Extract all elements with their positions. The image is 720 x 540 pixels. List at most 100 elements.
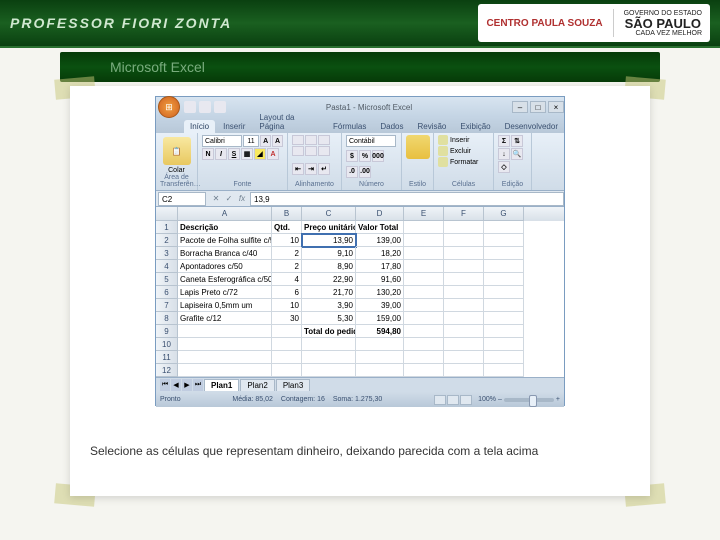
cell[interactable]: 13,90 bbox=[302, 234, 356, 247]
cell[interactable]: 4 bbox=[272, 273, 302, 286]
cell[interactable] bbox=[302, 351, 356, 364]
align-mid-right[interactable] bbox=[318, 146, 330, 156]
col-header-E[interactable]: E bbox=[404, 207, 444, 221]
cell[interactable] bbox=[404, 364, 444, 377]
sheet-tab-plan1[interactable]: Plan1 bbox=[204, 379, 239, 391]
maximize-button[interactable]: □ bbox=[530, 101, 546, 113]
cell[interactable] bbox=[404, 260, 444, 273]
cell[interactable] bbox=[404, 286, 444, 299]
cell-styles-button[interactable] bbox=[406, 135, 430, 159]
cell[interactable] bbox=[484, 221, 524, 234]
col-header-F[interactable]: F bbox=[444, 207, 484, 221]
align-top-center[interactable] bbox=[305, 135, 317, 145]
cell[interactable]: 17,80 bbox=[356, 260, 404, 273]
paste-icon[interactable]: 📋 bbox=[163, 137, 191, 165]
col-header-C[interactable]: C bbox=[302, 207, 356, 221]
cell[interactable]: 6 bbox=[272, 286, 302, 299]
italic-button[interactable]: I bbox=[215, 148, 227, 160]
row-header[interactable]: 2 bbox=[156, 234, 178, 247]
cell[interactable] bbox=[484, 312, 524, 325]
tab-exibicao[interactable]: Exibição bbox=[454, 120, 496, 133]
fx-button[interactable]: fx bbox=[236, 193, 248, 205]
tab-dados[interactable]: Dados bbox=[374, 120, 409, 133]
row-header[interactable]: 1 bbox=[156, 221, 178, 234]
cell[interactable] bbox=[484, 351, 524, 364]
select-all-corner[interactable] bbox=[156, 207, 178, 221]
currency-button[interactable]: $ bbox=[346, 150, 358, 162]
cell[interactable]: 139,00 bbox=[356, 234, 404, 247]
cell[interactable] bbox=[444, 325, 484, 338]
cell[interactable] bbox=[444, 273, 484, 286]
cell[interactable] bbox=[404, 338, 444, 351]
qat-undo-icon[interactable] bbox=[199, 101, 211, 113]
shrink-font-button[interactable]: A bbox=[272, 135, 283, 147]
cell[interactable] bbox=[484, 234, 524, 247]
qat-save-icon[interactable] bbox=[184, 101, 196, 113]
row-header[interactable]: 6 bbox=[156, 286, 178, 299]
row-header[interactable]: 7 bbox=[156, 299, 178, 312]
cell[interactable] bbox=[404, 273, 444, 286]
cell[interactable] bbox=[484, 299, 524, 312]
cell[interactable] bbox=[444, 338, 484, 351]
cell[interactable]: 3,90 bbox=[302, 299, 356, 312]
cell[interactable]: 10 bbox=[272, 299, 302, 312]
cell[interactable]: 9,10 bbox=[302, 247, 356, 260]
cell[interactable]: 594,80 bbox=[356, 325, 404, 338]
grow-font-button[interactable]: A bbox=[260, 135, 271, 147]
cell[interactable]: 30 bbox=[272, 312, 302, 325]
cell[interactable]: Preço unitário bbox=[302, 221, 356, 234]
cell[interactable]: Caneta Esferográfica c/50 bbox=[178, 273, 272, 286]
bold-button[interactable]: N bbox=[202, 148, 214, 160]
delete-cells-button[interactable]: Excluir bbox=[438, 146, 489, 156]
cell[interactable] bbox=[404, 247, 444, 260]
row-header[interactable]: 5 bbox=[156, 273, 178, 286]
cell[interactable]: 159,00 bbox=[356, 312, 404, 325]
cell[interactable] bbox=[484, 325, 524, 338]
increase-decimal-button[interactable]: .0 bbox=[346, 166, 358, 178]
cell[interactable]: 22,90 bbox=[302, 273, 356, 286]
cell[interactable] bbox=[484, 338, 524, 351]
col-header-A[interactable]: A bbox=[178, 207, 272, 221]
cell[interactable] bbox=[444, 351, 484, 364]
tab-inserir[interactable]: Inserir bbox=[217, 120, 251, 133]
sheet-nav-first[interactable]: ⏮ bbox=[160, 379, 170, 391]
cell[interactable] bbox=[404, 299, 444, 312]
cell[interactable]: 21,70 bbox=[302, 286, 356, 299]
format-cells-button[interactable]: Formatar bbox=[438, 157, 489, 167]
cell[interactable]: Total do pedido bbox=[302, 325, 356, 338]
align-mid-center[interactable] bbox=[305, 146, 317, 156]
col-header-G[interactable]: G bbox=[484, 207, 524, 221]
cell[interactable] bbox=[484, 286, 524, 299]
cell[interactable]: 18,20 bbox=[356, 247, 404, 260]
font-name-dropdown[interactable]: Calibri bbox=[202, 135, 242, 147]
cell[interactable]: Lapiseira 0,5mm um bbox=[178, 299, 272, 312]
row-header[interactable]: 11 bbox=[156, 351, 178, 364]
col-header-D[interactable]: D bbox=[356, 207, 404, 221]
sheet-nav-prev[interactable]: ◀ bbox=[171, 379, 181, 391]
font-size-dropdown[interactable]: 11 bbox=[243, 135, 259, 147]
cell[interactable]: 2 bbox=[272, 260, 302, 273]
cell[interactable]: 5,30 bbox=[302, 312, 356, 325]
cell[interactable] bbox=[444, 221, 484, 234]
percent-button[interactable]: % bbox=[359, 150, 371, 162]
tab-desenvolvedor[interactable]: Desenvolvedor bbox=[499, 120, 564, 133]
office-button[interactable]: ⊞ bbox=[158, 96, 180, 118]
cell[interactable] bbox=[178, 364, 272, 377]
zoom-slider[interactable] bbox=[504, 398, 554, 402]
cell[interactable] bbox=[404, 221, 444, 234]
cell[interactable] bbox=[444, 247, 484, 260]
wrap-text-button[interactable]: ↵ bbox=[318, 163, 330, 175]
cell[interactable]: 39,00 bbox=[356, 299, 404, 312]
align-top-right[interactable] bbox=[318, 135, 330, 145]
cell[interactable]: Apontadores c/50 bbox=[178, 260, 272, 273]
cell[interactable] bbox=[484, 247, 524, 260]
row-header[interactable]: 10 bbox=[156, 338, 178, 351]
row-header[interactable]: 8 bbox=[156, 312, 178, 325]
cell[interactable] bbox=[356, 364, 404, 377]
clear-button[interactable]: ◇ bbox=[498, 161, 510, 173]
decrease-decimal-button[interactable]: .00 bbox=[359, 166, 371, 178]
view-page-break-button[interactable] bbox=[460, 395, 472, 405]
cell[interactable] bbox=[272, 364, 302, 377]
cell[interactable] bbox=[484, 364, 524, 377]
fill-color-button[interactable]: ◢ bbox=[254, 148, 266, 160]
